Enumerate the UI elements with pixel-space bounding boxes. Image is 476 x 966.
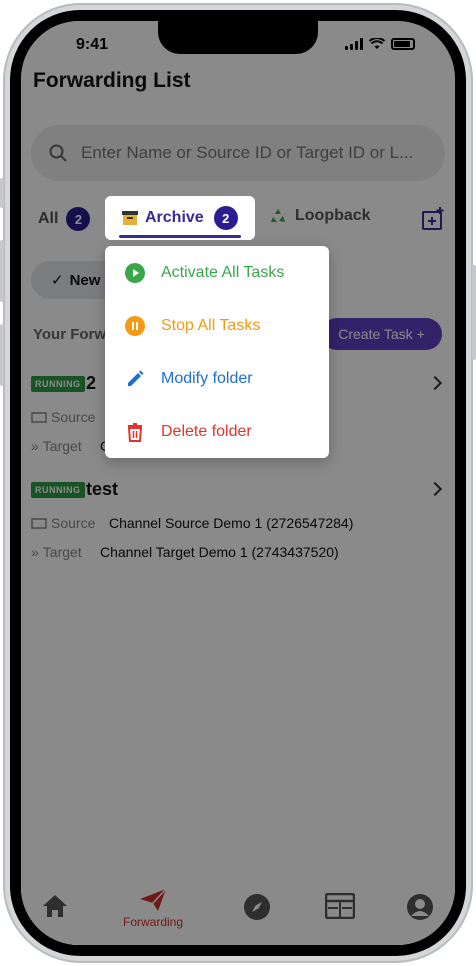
- folder-context-menu: Activate All Tasks Stop All Tasks Modify…: [105, 246, 329, 458]
- menu-item-label: Stop All Tasks: [161, 316, 261, 334]
- menu-item-label: Modify folder: [161, 369, 253, 387]
- menu-stop-all-tasks[interactable]: Stop All Tasks: [105, 299, 329, 352]
- archive-box-icon: [122, 211, 138, 225]
- menu-activate-all-tasks[interactable]: Activate All Tasks: [105, 246, 329, 299]
- tab-active-indicator: [119, 235, 241, 238]
- tab-archive-count: 2: [213, 206, 238, 230]
- tab-archive[interactable]: Archive 2: [105, 196, 255, 240]
- screen: 9:41 Forwarding List All 2 Loopback: [21, 21, 455, 945]
- play-circle-icon: [125, 262, 145, 283]
- power-button: [472, 265, 476, 360]
- tab-archive-label: Archive: [145, 209, 204, 226]
- trash-icon: [125, 422, 145, 442]
- pencil-icon: [125, 369, 145, 389]
- volume-up-button: [0, 240, 4, 302]
- menu-delete-folder[interactable]: Delete folder: [105, 405, 329, 458]
- pause-circle-icon: [125, 315, 145, 336]
- modal-overlay[interactable]: [21, 21, 455, 945]
- menu-item-label: Activate All Tasks: [161, 263, 285, 281]
- menu-item-label: Delete folder: [161, 422, 252, 440]
- menu-modify-folder[interactable]: Modify folder: [105, 352, 329, 405]
- notch: [158, 21, 318, 54]
- volume-down-button: [0, 324, 4, 386]
- mute-switch: [0, 178, 4, 208]
